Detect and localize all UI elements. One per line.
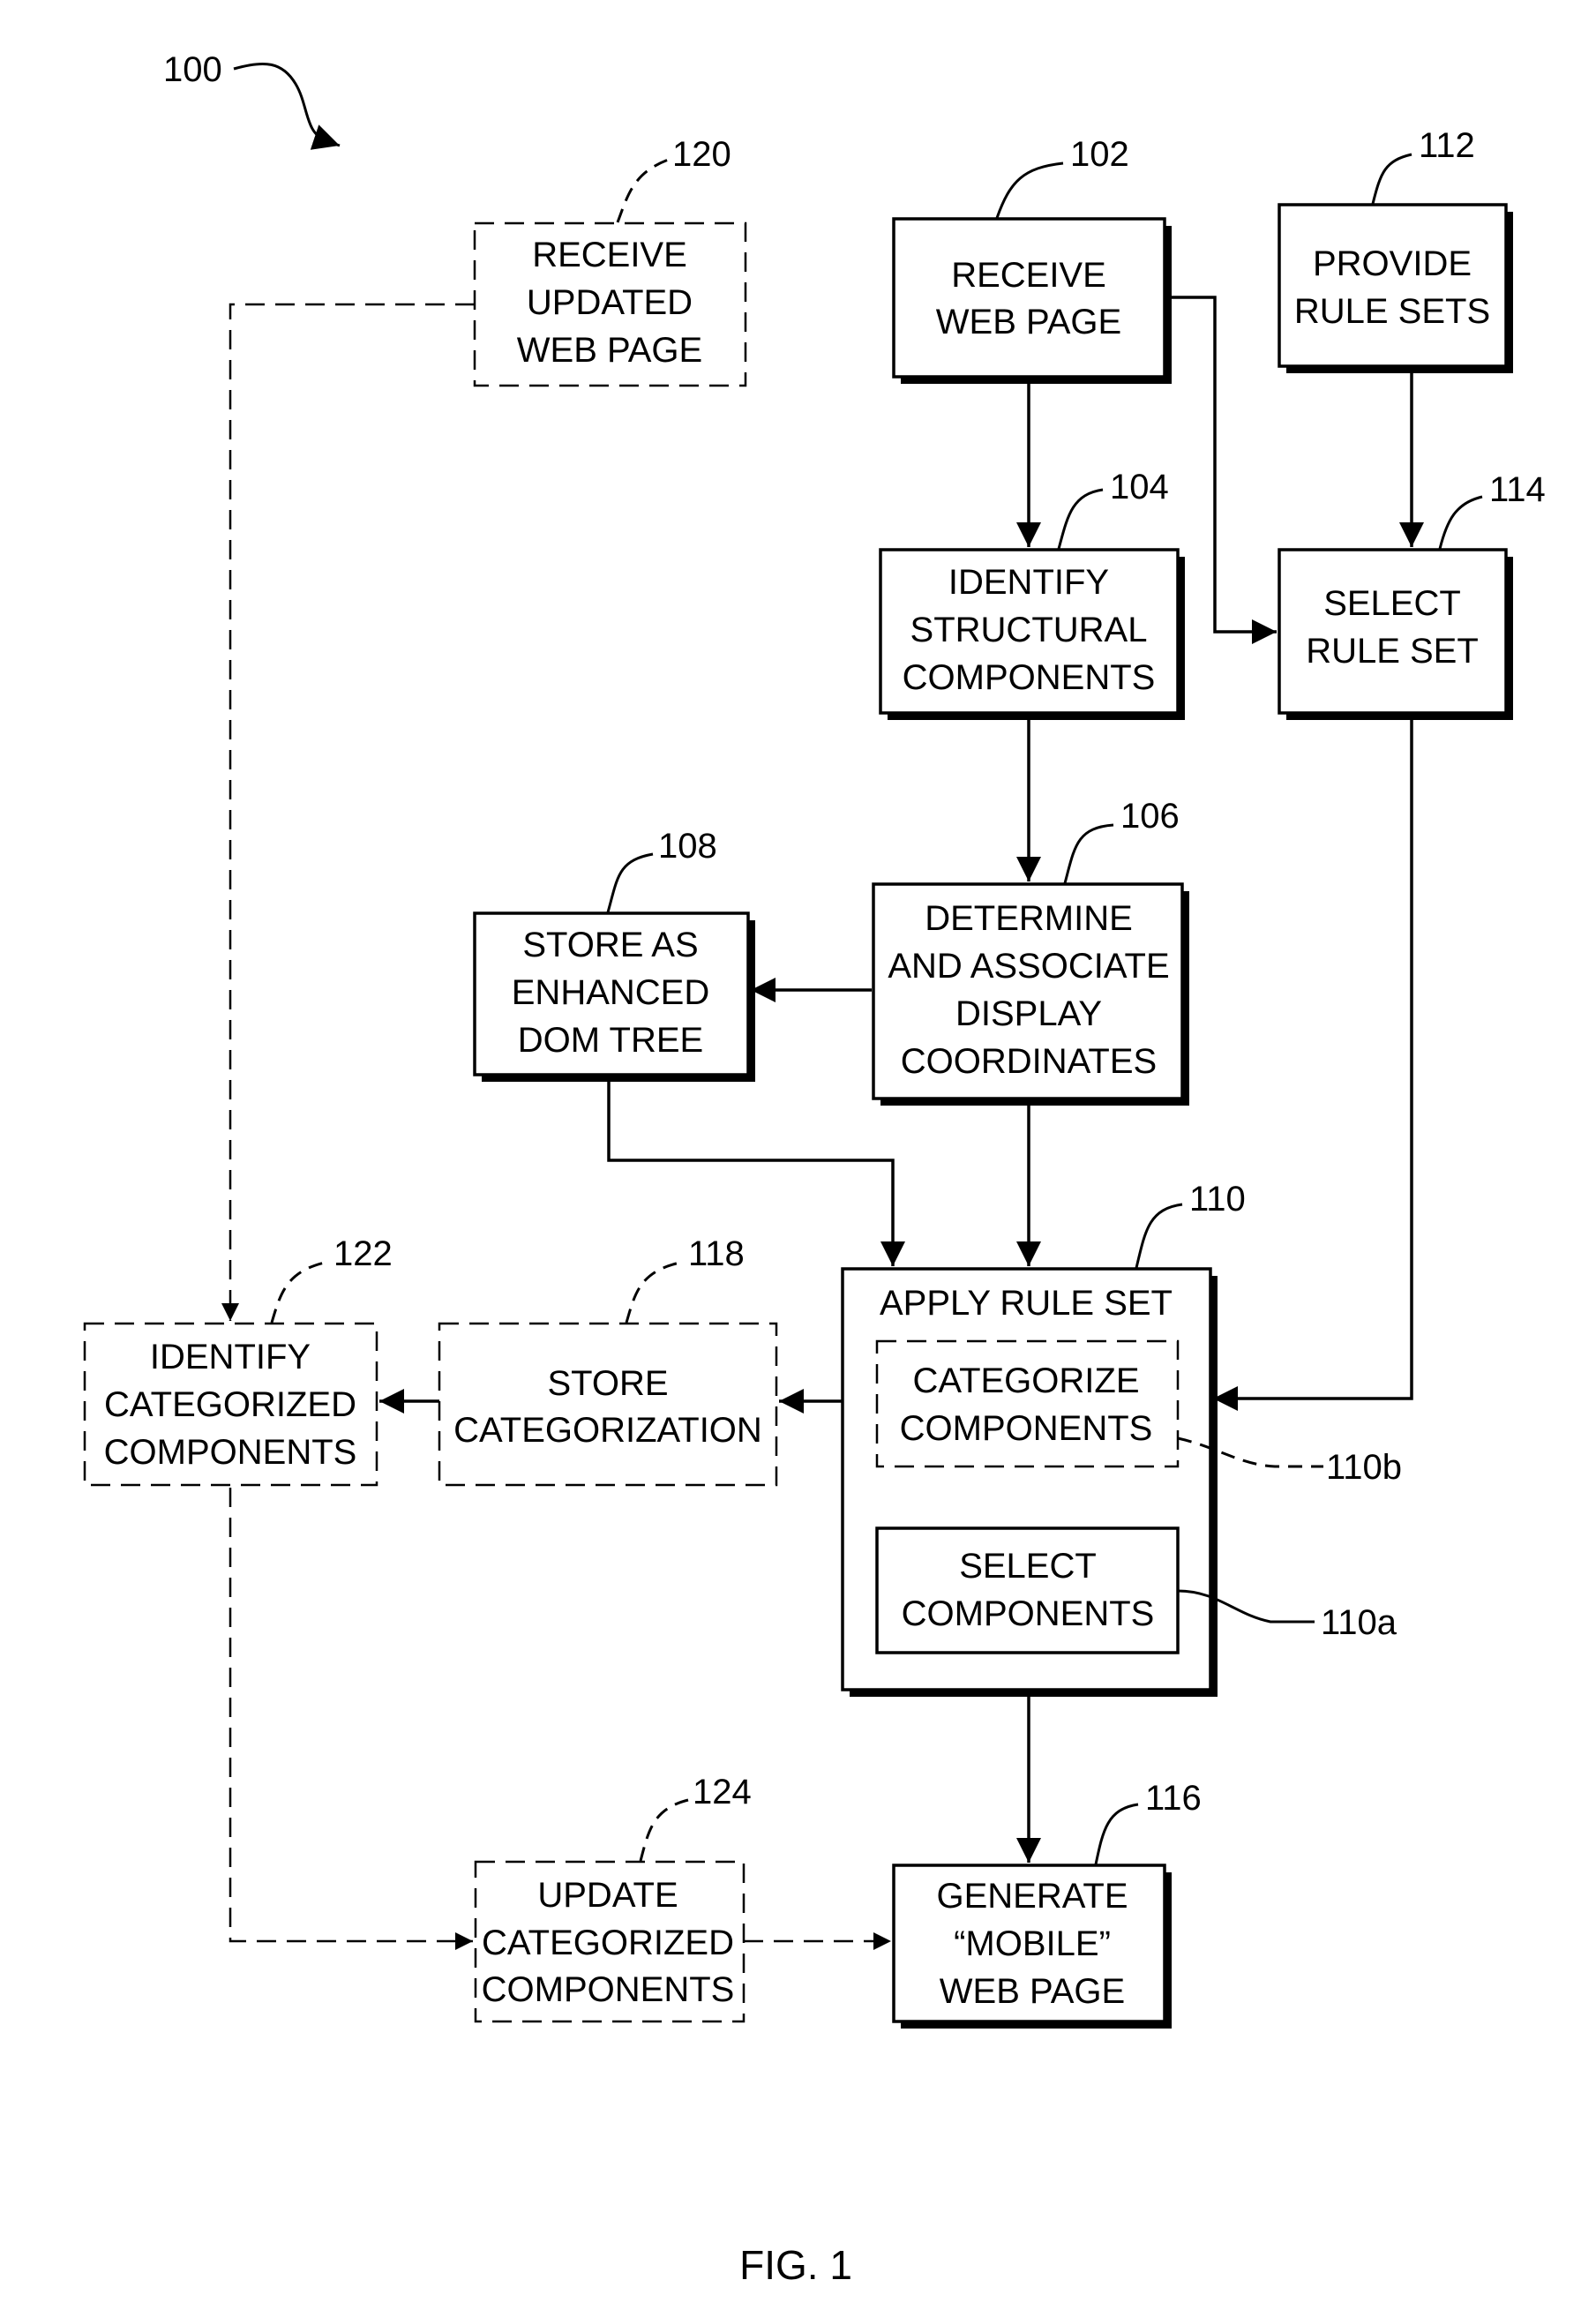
ref-label-122: 122	[333, 1234, 393, 1273]
node-122-line-2: CATEGORIZED	[104, 1385, 356, 1424]
ref-label-118: 118	[688, 1234, 745, 1273]
node-102-line-1: RECEIVE	[951, 256, 1106, 295]
node-122-identify-categorized-components[interactable]: IDENTIFY CATEGORIZED COMPONENTS 122	[83, 1234, 393, 1487]
node-114-line-1: SELECT	[1323, 584, 1461, 623]
edge-120-122	[221, 303, 475, 1321]
node-122-line-1: IDENTIFY	[150, 1338, 311, 1376]
node-116-generate-mobile-web-page[interactable]: GENERATE “MOBILE” WEB PAGE 116	[892, 1779, 1202, 2029]
node-112-line-1: PROVIDE	[1313, 244, 1472, 283]
node-122-line-3: COMPONENTS	[104, 1433, 357, 1472]
edge-102-114	[1170, 296, 1277, 644]
figure-caption: FIG. 1	[739, 2242, 852, 2288]
process-pointer-arrow	[233, 62, 341, 150]
node-106-line-1: DETERMINE	[925, 899, 1133, 938]
node-104-line-3: COMPONENTS	[903, 658, 1156, 697]
edge-114-110	[1213, 716, 1413, 1411]
ref-label-110a: 110a	[1321, 1603, 1397, 1642]
node-102-line-2: WEB PAGE	[936, 303, 1121, 341]
node-110a-line-1: SELECT	[959, 1547, 1097, 1586]
ref-label-120: 120	[672, 135, 731, 174]
node-116-line-1: GENERATE	[936, 1877, 1128, 1916]
node-120-line-3: WEB PAGE	[517, 331, 702, 370]
node-108-line-1: STORE AS	[522, 926, 698, 964]
ref-label-104: 104	[1110, 468, 1169, 506]
node-110a-line-2: COMPONENTS	[902, 1594, 1155, 1633]
ref-label-106: 106	[1120, 797, 1180, 836]
edges	[221, 296, 1424, 1950]
node-118-line-2: CATEGORIZATION	[453, 1411, 762, 1450]
node-108-store-enhanced-dom-tree[interactable]: STORE AS ENHANCED DOM TREE 108	[473, 827, 755, 1082]
node-124-line-3: COMPONENTS	[482, 1970, 735, 2009]
node-110b-line-1: CATEGORIZE	[912, 1361, 1139, 1400]
node-110-title: APPLY RULE SET	[880, 1284, 1173, 1323]
node-114-line-2: RULE SET	[1306, 632, 1479, 671]
node-120-line-1: RECEIVE	[532, 236, 687, 274]
ref-label-116: 116	[1145, 1779, 1202, 1818]
node-104-line-2: STRUCTURAL	[910, 611, 1148, 649]
node-120-line-2: UPDATED	[527, 283, 693, 322]
ref-label-114: 114	[1489, 470, 1546, 509]
node-124-update-categorized-components[interactable]: UPDATE CATEGORIZED COMPONENTS 124	[474, 1773, 752, 2023]
node-118-line-1: STORE	[547, 1364, 668, 1403]
ref-label-110b: 110b	[1326, 1448, 1402, 1487]
node-108-line-2: ENHANCED	[512, 973, 709, 1012]
node-110b-categorize-components[interactable]: CATEGORIZE COMPONENTS 110b	[875, 1339, 1402, 1487]
node-112-provide-rule-sets[interactable]: PROVIDE RULE SETS 112	[1278, 126, 1513, 373]
node-124-line-1: UPDATE	[537, 1876, 678, 1915]
node-120-receive-updated-web-page[interactable]: RECEIVE UPDATED WEB PAGE 120	[473, 135, 747, 387]
node-116-line-2: “MOBILE”	[954, 1924, 1111, 1963]
ref-label-100: 100	[163, 50, 222, 89]
ref-label-102: 102	[1070, 135, 1129, 174]
ref-label-112: 112	[1419, 126, 1475, 165]
node-106-line-4: COORDINATES	[901, 1042, 1157, 1081]
node-102-receive-web-page[interactable]: RECEIVE WEB PAGE 102	[892, 135, 1172, 384]
node-106-line-2: AND ASSOCIATE	[888, 947, 1169, 986]
node-110a-select-components[interactable]: SELECT COMPONENTS 110a	[875, 1526, 1397, 1654]
edge-122-124	[229, 1488, 473, 1950]
process-reference-100: 100	[163, 50, 341, 150]
node-110b-line-2: COMPONENTS	[900, 1409, 1153, 1448]
ref-label-110: 110	[1189, 1180, 1246, 1219]
node-112-line-2: RULE SETS	[1294, 292, 1490, 331]
ref-label-108: 108	[658, 827, 717, 866]
flowchart-canvas: 100 RECEIVE UPDATED WEB PAGE 120 RECEIVE…	[83, 50, 1546, 2288]
node-124-line-2: CATEGORIZED	[482, 1924, 734, 1962]
ref-label-124: 124	[693, 1773, 752, 1811]
node-108-line-3: DOM TREE	[518, 1021, 703, 1060]
node-104-line-1: IDENTIFY	[948, 563, 1109, 602]
node-118-store-categorization[interactable]: STORE CATEGORIZATION 118	[438, 1234, 778, 1487]
edge-108-110	[607, 1078, 905, 1266]
node-106-line-3: DISPLAY	[955, 994, 1102, 1033]
node-106-determine-associate-display-coordinates[interactable]: DETERMINE AND ASSOCIATE DISPLAY COORDINA…	[872, 797, 1189, 1106]
node-104-identify-structural-components[interactable]: IDENTIFY STRUCTURAL COMPONENTS 104	[879, 468, 1185, 720]
node-116-line-3: WEB PAGE	[940, 1972, 1125, 2011]
